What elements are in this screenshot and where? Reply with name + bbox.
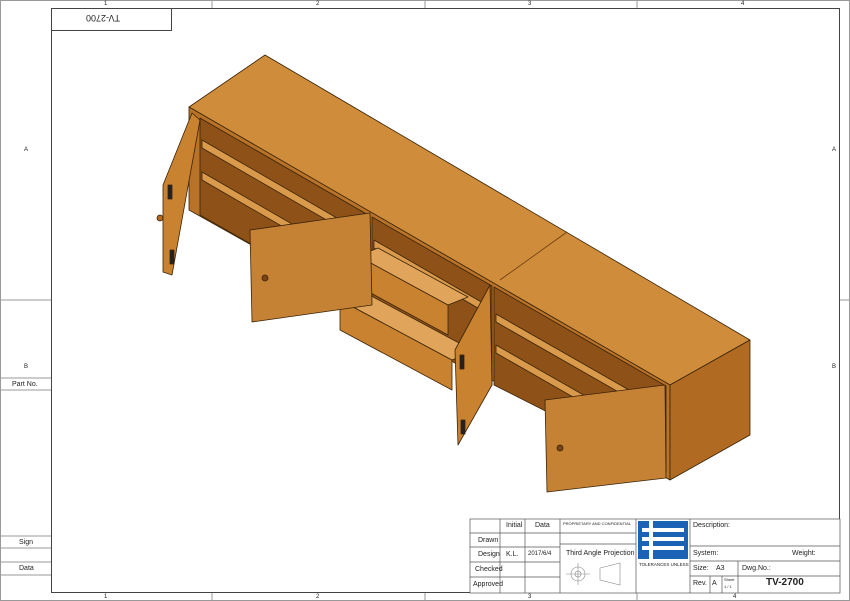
tolerances-title: TOLERANCES UNLESS <box>639 562 689 567</box>
description-label: Description: <box>693 522 730 529</box>
size-label: Size: <box>693 565 709 572</box>
row-drawn-label: Drawn <box>478 537 499 544</box>
drawing-number: TV-2700 <box>766 577 804 588</box>
rev-value: A <box>712 580 717 587</box>
title-block-grid <box>469 518 841 594</box>
size-value: A3 <box>716 565 725 572</box>
rev-label: Rev. <box>693 580 707 587</box>
dwg-no-label: Dwg.No.: <box>742 565 771 572</box>
sheet-value: 1 / 1 <box>724 584 732 589</box>
notice-title: PROPRIETARY AND CONFIDENTIAL <box>563 521 632 526</box>
row-design-date: 2017/6/4 <box>528 551 552 557</box>
sheet-label: Sheet <box>724 577 735 582</box>
company-logo <box>638 521 688 559</box>
projection-label: Third Angle Projection <box>566 550 635 557</box>
row-approved-label: Approved <box>473 581 503 588</box>
data-header: Data <box>535 522 550 529</box>
row-design-label: Design <box>478 551 500 558</box>
system-label: System: <box>693 550 719 557</box>
row-design-initial: K.L. <box>506 551 519 558</box>
row-checked-label: Checked <box>475 566 503 573</box>
weight-label: Weight: <box>792 550 816 557</box>
initial-header: Initial <box>506 522 523 529</box>
